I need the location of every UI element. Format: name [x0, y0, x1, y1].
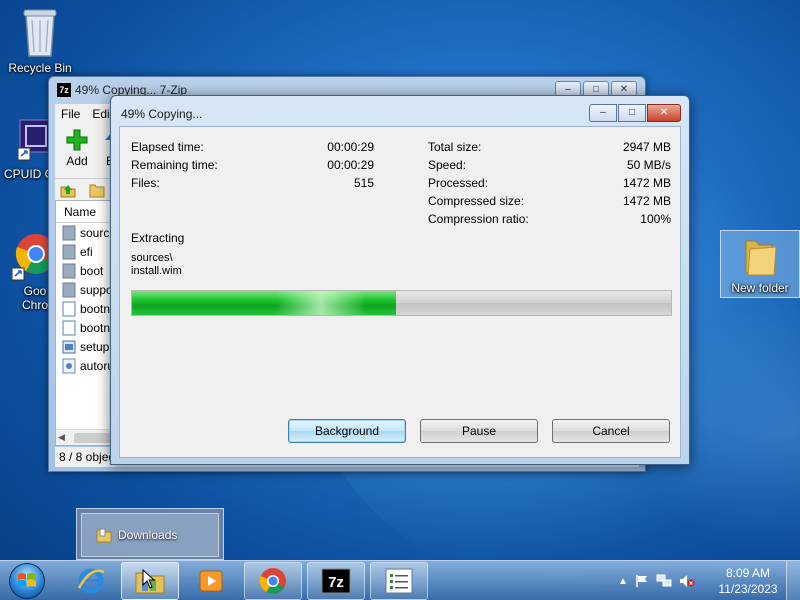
show-hidden-icons-chevron-icon[interactable]: ▲ — [618, 576, 628, 587]
compressed-size-label: Compressed size: — [428, 194, 525, 208]
taskbar-task-list-app[interactable] — [370, 562, 428, 600]
current-file: install.wim — [131, 265, 182, 277]
menu-file[interactable]: File — [61, 104, 80, 124]
windows-logo-icon — [9, 563, 45, 599]
processed-label: Processed: — [428, 176, 489, 190]
up-folder-icon[interactable] — [59, 181, 77, 199]
total-size-value: 2947 MB — [622, 140, 671, 154]
processed-value: 1472 MB — [622, 176, 671, 190]
start-button[interactable] — [4, 561, 50, 600]
scroll-left-icon[interactable]: ◀ — [58, 432, 65, 443]
copying-progress-dialog[interactable]: 49% Copying... – □ ✕ Elapsed time: 00:00… — [110, 95, 690, 465]
taskbar: 7z ▲ 8:09 AM 11/23/2023 — [0, 560, 800, 600]
desktop-icon-label: Recycle Bin — [8, 61, 72, 75]
file-icon — [62, 320, 76, 335]
internet-explorer-icon — [77, 568, 105, 594]
cancel-button[interactable]: Cancel — [552, 419, 670, 443]
flyout-item-downloads[interactable]: Downloads — [81, 513, 219, 557]
operation-label: Extracting — [131, 231, 185, 245]
chrome-icon — [259, 568, 286, 594]
dialog-title: 49% Copying... — [121, 107, 203, 121]
media-player-icon — [199, 570, 223, 592]
compressed-size-value: 1472 MB — [622, 194, 671, 208]
folder-icon — [96, 528, 112, 543]
network-icon[interactable] — [656, 574, 672, 588]
flyout-item-label: Downloads — [118, 528, 178, 542]
current-path: sources\ — [131, 252, 173, 264]
compression-ratio-label: Compression ratio: — [428, 212, 529, 226]
taskbar-7zip[interactable]: 7z — [307, 562, 365, 600]
folder-icon — [62, 282, 76, 297]
setup-exe-icon — [62, 340, 76, 353]
show-desktop-button[interactable] — [786, 561, 800, 600]
minimize-button[interactable]: – — [589, 104, 617, 122]
total-size-label: Total size: — [428, 140, 482, 154]
files-label: Files: — [131, 176, 160, 190]
compression-ratio-value: 100% — [640, 212, 671, 226]
dialog-caption-buttons: – □ ✕ — [589, 104, 681, 122]
svg-text:7z: 7z — [328, 574, 344, 591]
folder-icon — [62, 244, 76, 259]
taskbar-windows-explorer[interactable] — [121, 562, 179, 600]
desktop-icon-label: CPUID C — [4, 167, 54, 181]
desktop-icon-label: Goo — [23, 284, 47, 298]
progress-bar — [131, 290, 672, 316]
elapsed-time-value: 00:00:29 — [327, 140, 374, 154]
taskbar-internet-explorer[interactable] — [62, 562, 120, 600]
remaining-time-label: Remaining time: — [131, 158, 218, 172]
add-button-label: Add — [66, 154, 88, 168]
desktop-icon-new-folder[interactable]: New folder — [720, 230, 800, 298]
speed-label: Speed: — [428, 158, 467, 172]
pause-button[interactable]: Pause — [420, 419, 538, 443]
mouse-cursor-icon — [142, 569, 156, 589]
7zip-logo-icon: 7z — [57, 83, 71, 97]
plus-icon — [66, 129, 88, 151]
progress-bar-glow — [276, 291, 367, 315]
speed-value: 50 MB/s — [626, 158, 671, 172]
folder-icon — [745, 240, 777, 276]
desktop-icon-recycle-bin[interactable]: Recycle Bin — [0, 6, 80, 75]
taskbar-media-player[interactable] — [182, 562, 240, 600]
file-icon — [62, 301, 76, 316]
taskbar-thumbnail-flyout: Downloads — [76, 508, 224, 560]
files-value: 515 — [353, 176, 374, 190]
menu-edit[interactable]: Edi — [92, 104, 109, 124]
taskbar-clock[interactable]: 8:09 AM 11/23/2023 — [712, 565, 784, 597]
volume-muted-icon[interactable] — [679, 574, 695, 588]
system-tray: ▲ — [618, 561, 695, 600]
dialog-body: Elapsed time: 00:00:29 Remaining time: 0… — [119, 126, 681, 458]
list-window-icon — [385, 568, 413, 594]
folder-icon — [89, 184, 105, 198]
close-button[interactable]: ✕ — [647, 104, 681, 122]
action-center-flag-icon[interactable] — [635, 574, 649, 588]
desktop-icon-label-line2: Chro — [21, 298, 48, 312]
folder-icon — [62, 263, 76, 278]
taskbar-google-chrome[interactable] — [244, 562, 302, 600]
7zip-logo-icon: 7z — [321, 568, 351, 594]
background-button[interactable]: Background — [288, 419, 406, 443]
elapsed-time-label: Elapsed time: — [131, 140, 204, 154]
add-button[interactable]: Add — [59, 128, 95, 168]
maximize-button[interactable]: □ — [618, 104, 646, 122]
remaining-time-value: 00:00:29 — [327, 158, 374, 172]
recycle-bin-icon — [23, 9, 57, 57]
clock-time: 8:09 AM — [725, 566, 771, 580]
desktop-icon-label: New folder — [731, 281, 789, 295]
folder-icon — [62, 225, 76, 240]
autorun-icon — [62, 358, 76, 373]
desktop-icon-google-chrome[interactable]: Goo Chro — [0, 232, 56, 312]
clock-date: 11/23/2023 — [718, 582, 778, 596]
